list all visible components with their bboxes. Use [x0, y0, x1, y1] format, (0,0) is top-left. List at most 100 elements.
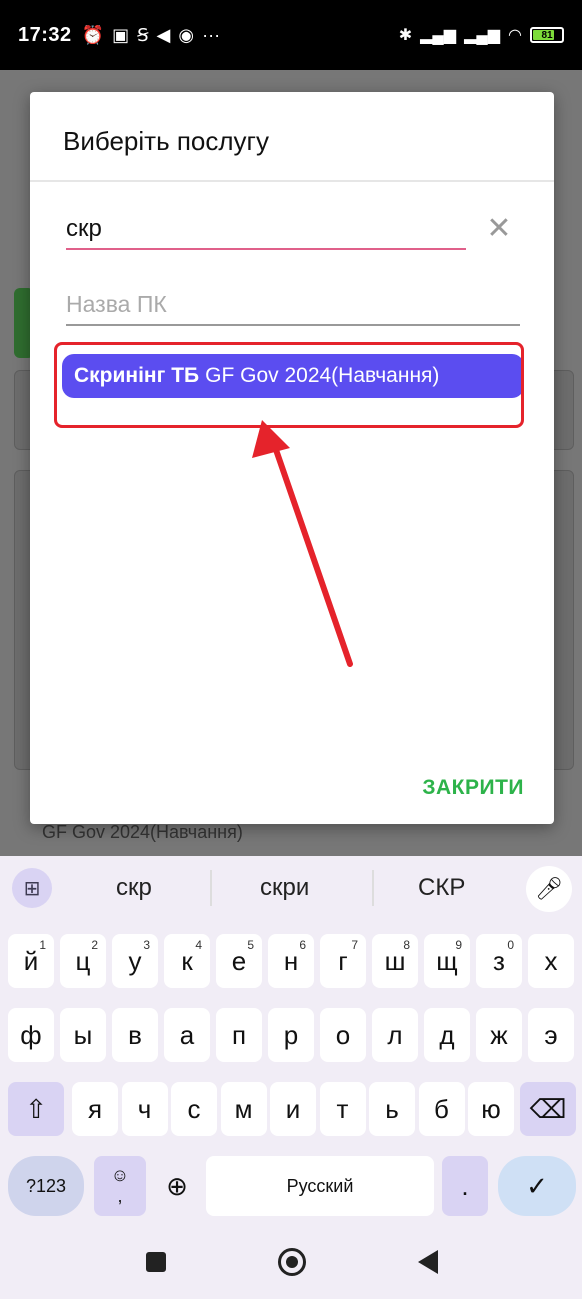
- key-label: ж: [490, 1019, 508, 1050]
- select-service-dialog: Виберіть послугу ✕ Скринінг ТБ GF Gov 20…: [30, 92, 554, 824]
- key-о[interactable]: о: [320, 1008, 366, 1062]
- symbols-key[interactable]: ?123: [8, 1156, 84, 1216]
- service-search-field[interactable]: [66, 210, 466, 250]
- key-ж[interactable]: ж: [476, 1008, 522, 1062]
- suggestion-row: ⊞ скр скри СКР 🎤︎: [0, 856, 582, 920]
- battery-level: 81: [541, 29, 553, 41]
- key-у[interactable]: у3: [112, 934, 158, 988]
- space-key[interactable]: Русский: [206, 1156, 434, 1216]
- key-х[interactable]: х: [528, 934, 574, 988]
- key-я[interactable]: я: [72, 1082, 118, 1136]
- key-label: й: [23, 945, 39, 976]
- shift-key[interactable]: ⇧: [8, 1082, 64, 1136]
- onscreen-keyboard: ⊞ скр скри СКР 🎤︎ й1ц2у3к4е5н6г7ш8щ9з0х …: [0, 856, 582, 1299]
- suggestion-divider: [372, 870, 374, 906]
- key-з[interactable]: з0: [476, 934, 522, 988]
- key-label: п: [231, 1019, 247, 1050]
- emoji-comma-key[interactable]: ☺ ,: [94, 1156, 146, 1216]
- period-key[interactable]: .: [442, 1156, 488, 1216]
- signal-icon: ▂▄▆: [420, 27, 457, 44]
- suggestion-1[interactable]: скр: [116, 874, 152, 902]
- key-и[interactable]: и: [270, 1082, 316, 1136]
- key-label: у: [128, 945, 142, 976]
- key-й[interactable]: й1: [8, 934, 54, 988]
- close-button[interactable]: ЗАКРИТИ: [422, 776, 524, 800]
- microphone-icon[interactable]: 🎤︎: [526, 866, 572, 912]
- key-label: э: [544, 1019, 558, 1050]
- clock: 17:32: [18, 23, 72, 46]
- key-в[interactable]: в: [112, 1008, 158, 1062]
- key-ь[interactable]: ь: [369, 1082, 415, 1136]
- key-label: з: [493, 945, 505, 976]
- key-л[interactable]: л: [372, 1008, 418, 1062]
- wifi-icon: ◠: [508, 27, 522, 44]
- key-р[interactable]: р: [268, 1008, 314, 1062]
- key-hint-number: 9: [455, 938, 462, 952]
- key-label: я: [87, 1093, 103, 1124]
- key-н[interactable]: н6: [268, 934, 314, 988]
- key-label: в: [128, 1019, 142, 1050]
- key-к[interactable]: к4: [164, 934, 210, 988]
- key-а[interactable]: а: [164, 1008, 210, 1062]
- service-search-input[interactable]: [66, 210, 466, 248]
- key-б[interactable]: б: [418, 1082, 465, 1136]
- key-hint-number: 5: [247, 938, 254, 952]
- key-ц[interactable]: ц2: [60, 934, 106, 988]
- key-э[interactable]: э: [528, 1008, 574, 1062]
- key-hint-number: 1: [39, 938, 46, 952]
- suggestion-2[interactable]: скри: [260, 874, 309, 902]
- battery-icon: 81: [530, 27, 564, 43]
- key-label: ш: [384, 945, 406, 976]
- key-label: ы: [73, 1019, 93, 1050]
- status-bar: 17:32 ⏰ ▣ Ꞩ ◀ ◉ ··· ✱ ▂▄▆ ▂▄▆ ◠ 81: [0, 0, 582, 70]
- key-hint-number: 4: [195, 938, 202, 952]
- key-ы[interactable]: ы: [60, 1008, 106, 1062]
- key-т[interactable]: т: [319, 1082, 366, 1136]
- key-п[interactable]: п: [216, 1008, 262, 1062]
- key-ш[interactable]: ш8: [372, 934, 418, 988]
- key-г[interactable]: г7: [320, 934, 366, 988]
- emoji-icon: ☺: [110, 1165, 130, 1185]
- key-label: н: [283, 945, 299, 976]
- key-label: б: [434, 1093, 449, 1124]
- key-label: ф: [20, 1019, 42, 1050]
- key-hint-number: 7: [351, 938, 358, 952]
- pc-name-field[interactable]: [66, 284, 520, 326]
- s-icon: Ꞩ: [137, 24, 149, 45]
- pc-name-input[interactable]: [66, 284, 520, 324]
- suggestion-divider: [210, 870, 212, 906]
- key-hint-number: 8: [403, 938, 410, 952]
- key-label: о: [335, 1019, 351, 1050]
- key-label: т: [336, 1093, 349, 1124]
- key-label: м: [234, 1093, 253, 1124]
- key-ч[interactable]: ч: [121, 1082, 168, 1136]
- key-hint-number: 3: [143, 938, 150, 952]
- recents-icon[interactable]: [146, 1252, 166, 1272]
- key-label: л: [387, 1019, 403, 1050]
- key-label: к: [181, 945, 193, 976]
- suggestion-3[interactable]: СКР: [418, 874, 465, 902]
- comma-label: ,: [117, 1186, 123, 1206]
- dialog-title: Виберіть послугу: [63, 126, 270, 156]
- background-service-text: GF Gov 2024(Навчання): [42, 822, 243, 842]
- bluetooth-icon: ✱: [398, 27, 413, 44]
- globe-icon[interactable]: ⊕: [154, 1156, 200, 1216]
- key-щ[interactable]: щ9: [424, 934, 470, 988]
- back-icon[interactable]: [418, 1250, 438, 1274]
- enter-key[interactable]: ✓: [498, 1156, 576, 1216]
- apps-grid-icon[interactable]: ⊞: [12, 868, 52, 908]
- alarm-icon: ⏰: [81, 24, 105, 45]
- key-д[interactable]: д: [424, 1008, 470, 1062]
- key-ф[interactable]: ф: [8, 1008, 54, 1062]
- clear-icon[interactable]: ✕: [482, 212, 516, 246]
- nfc-icon: ▣: [112, 24, 130, 45]
- key-е[interactable]: е5: [216, 934, 262, 988]
- key-м[interactable]: м: [220, 1082, 267, 1136]
- key-с[interactable]: с: [171, 1082, 217, 1136]
- key-ю[interactable]: ю: [468, 1082, 514, 1136]
- key-label: ю: [481, 1093, 501, 1124]
- annotation-highlight-box: [54, 342, 524, 428]
- backspace-key[interactable]: ⌫: [520, 1082, 576, 1136]
- home-icon[interactable]: [278, 1248, 306, 1276]
- key-hint-number: 0: [507, 938, 514, 952]
